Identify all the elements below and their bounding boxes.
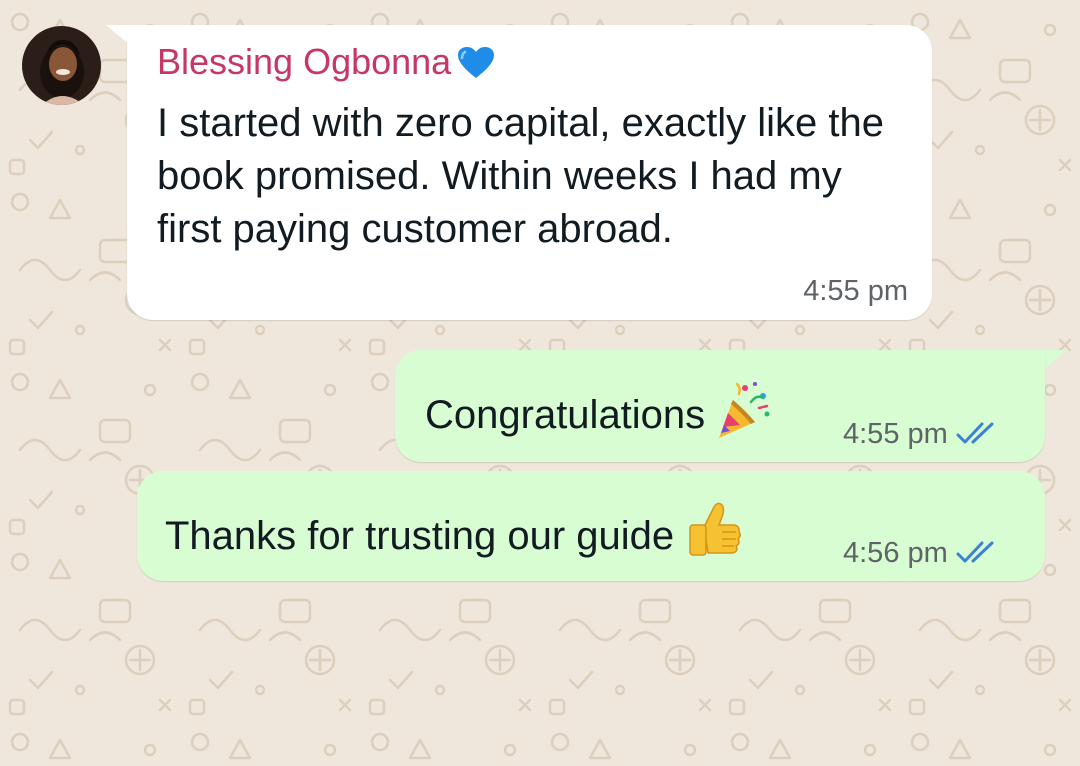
message-meta: 4:56 pm bbox=[843, 537, 1000, 574]
sender-name[interactable]: Blessing Ogbonna bbox=[157, 41, 495, 89]
avatar-image bbox=[22, 26, 101, 105]
outgoing-message-text: Congratulations bbox=[425, 393, 706, 437]
sender-avatar[interactable] bbox=[22, 26, 101, 105]
blue-heart-icon bbox=[457, 46, 495, 89]
message-timestamp: 4:56 pm bbox=[843, 537, 948, 569]
message-timestamp: 4:55 pm bbox=[843, 418, 948, 450]
outgoing-message-bubble[interactable]: Thanks for trusting our guide 4:56 pm bbox=[137, 471, 1045, 581]
double-check-read-icon bbox=[956, 540, 1000, 574]
message-meta: 4:55 pm bbox=[843, 418, 1000, 455]
incoming-message-bubble[interactable]: Blessing Ogbonna I started with zero cap… bbox=[127, 25, 932, 320]
outgoing-message-content: Thanks for trusting our guide bbox=[165, 501, 742, 573]
outgoing-message-content: Congratulations bbox=[425, 380, 773, 452]
thumbs-up-icon bbox=[684, 501, 742, 573]
outgoing-bubble-tail bbox=[1044, 350, 1066, 370]
sender-name-label: Blessing Ogbonna bbox=[157, 41, 452, 82]
message-timestamp: 4:55 pm bbox=[803, 275, 908, 307]
outgoing-message-bubble[interactable]: Congratulations 4:55 pm bbox=[395, 350, 1045, 462]
party-popper-icon bbox=[715, 380, 773, 452]
incoming-message-text: I started with zero capital, exactly lik… bbox=[157, 101, 884, 251]
double-check-read-icon bbox=[956, 421, 1000, 455]
outgoing-message-text: Thanks for trusting our guide bbox=[165, 514, 675, 558]
